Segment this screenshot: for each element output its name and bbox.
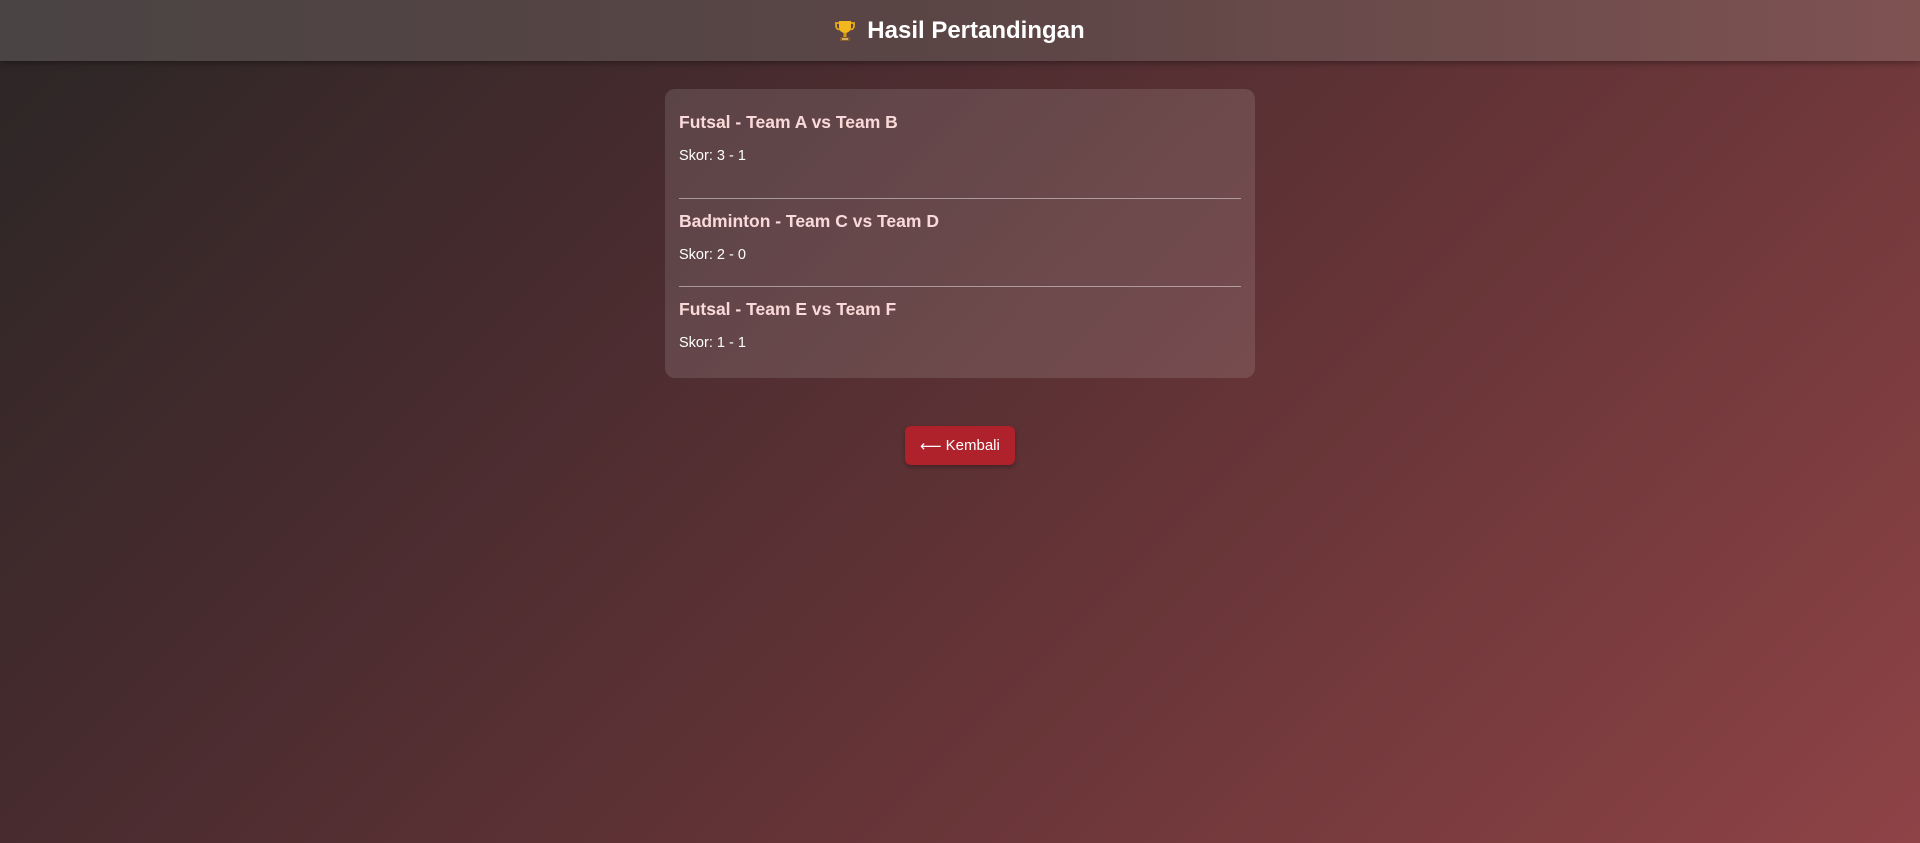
match-score: Skor: 2 - 0 (679, 247, 746, 263)
match-score: Skor: 1 - 1 (679, 335, 746, 351)
page-header: Hasil Pertandingan (0, 0, 1920, 61)
match-item: Badminton - Team C vs Team D Skor: 2 - 0 (679, 199, 1241, 287)
page-title: Hasil Pertandingan (835, 16, 1085, 45)
match-item: Futsal - Team A vs Team B Skor: 3 - 1 (679, 111, 1241, 199)
match-title: Futsal - Team A vs Team B (679, 112, 898, 132)
page-title-text: Hasil Pertandingan (867, 16, 1085, 44)
match-item: Futsal - Team E vs Team F Skor: 1 - 1 (679, 287, 1241, 375)
left-arrow-icon: ⟵ (920, 437, 942, 455)
results-card: Futsal - Team A vs Team B Skor: 3 - 1 Ba… (665, 89, 1255, 378)
match-title: Badminton - Team C vs Team D (679, 211, 939, 231)
match-score: Skor: 3 - 1 (679, 148, 746, 164)
trophy-icon (835, 20, 856, 42)
back-button[interactable]: ⟵ Kembali (905, 426, 1015, 465)
back-button-label: Kembali (945, 437, 1000, 454)
match-title: Futsal - Team E vs Team F (679, 299, 897, 319)
